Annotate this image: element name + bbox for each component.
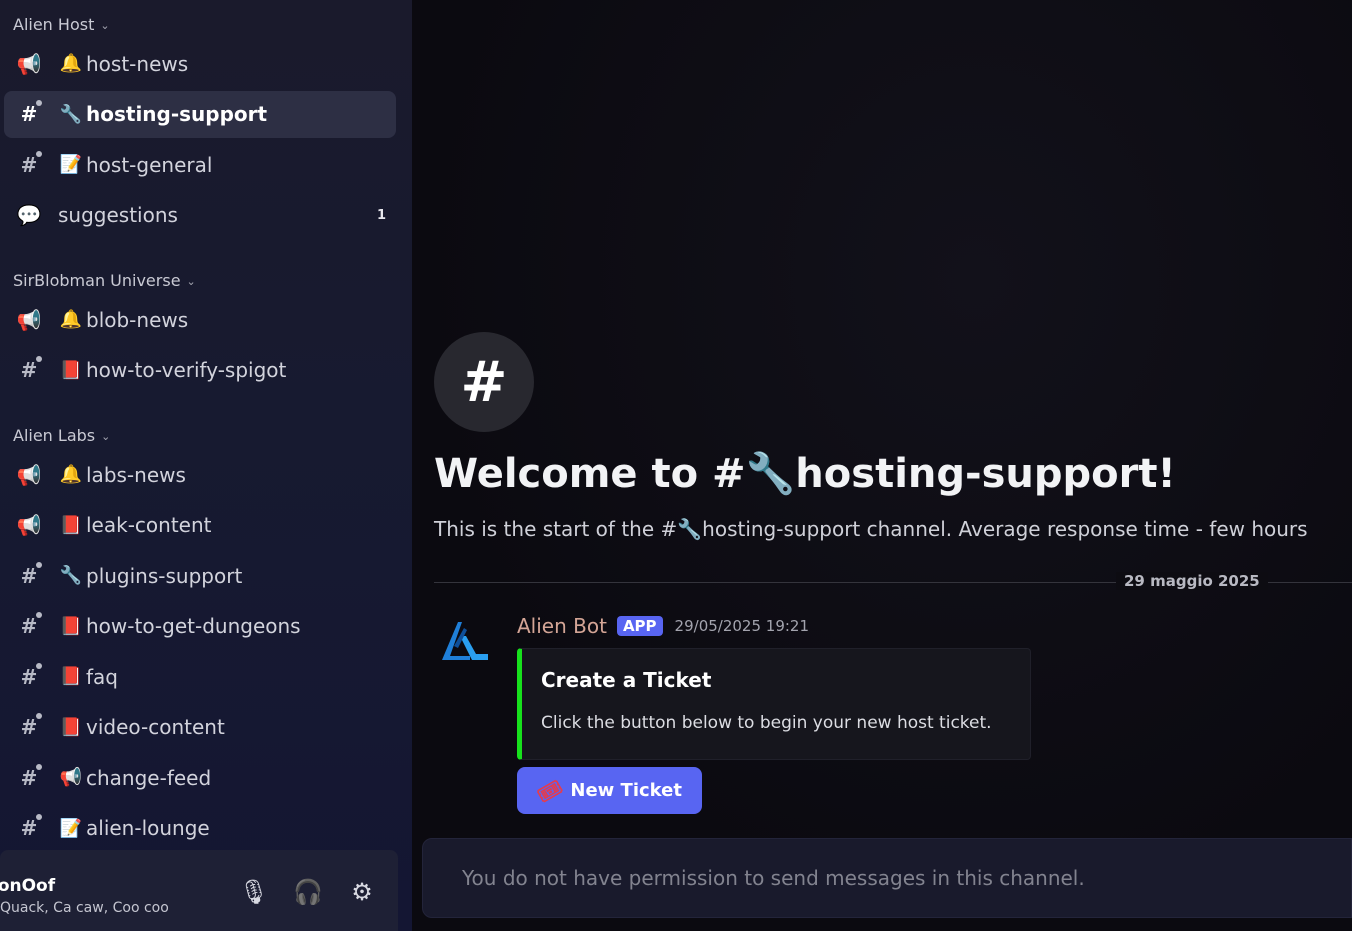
channel-name: leak-content (86, 513, 212, 537)
channel-name: host-general (86, 152, 213, 177)
channel-welcome-heading: Welcome to #🔧hosting-support! (434, 451, 1176, 497)
user-status: Quack, Ca caw, Coo coo (0, 900, 169, 916)
unread-count-badge: 1 (376, 207, 386, 223)
text-channel-icon: # (14, 763, 44, 790)
message-embed: Create a Ticket Click the button below t… (517, 648, 1031, 760)
date-divider: 29 maggio 2025 (1116, 572, 1268, 590)
announcement-icon: 📢 (16, 462, 42, 487)
announcement-icon: 📢 (16, 51, 42, 76)
ticket-icon: 🎟 (532, 773, 567, 808)
channel-blob-news[interactable]: 📢 🔔 blob-news (4, 296, 396, 343)
category-sirblobman-universe[interactable]: SirBlobman Universe ⌄ (0, 264, 412, 296)
text-channel-icon: # (14, 612, 44, 638)
announcement-icon: 📢 (16, 307, 42, 332)
book-icon: 📕 (59, 514, 83, 536)
book-icon: 📕 (59, 716, 83, 738)
book-icon: 📕 (59, 359, 83, 381)
book-icon: 📕 (59, 666, 83, 687)
channel-faq[interactable]: # 📕 faq (4, 653, 396, 700)
bell-icon: 🔔 (59, 464, 83, 485)
channel-intro-text: This is the start of the #🔧hosting-suppo… (434, 517, 1308, 541)
channel-change-feed[interactable]: # 📢 change-feed (4, 754, 396, 801)
text-channel-icon: # (14, 100, 44, 126)
channel-list[interactable]: Alien Host ⌄ 📢 🔔 host-news # 🔧 hosting-s… (0, 8, 412, 850)
embed-title: Create a Ticket (541, 668, 712, 692)
message-composer: You do not have permission to send messa… (422, 838, 1352, 918)
channel-name: suggestions (58, 203, 178, 227)
username: lonOof (0, 876, 56, 896)
no-permission-notice: You do not have permission to send messa… (462, 866, 1085, 890)
channel-name: faq (86, 664, 118, 689)
text-channel-icon: # (14, 814, 44, 840)
message-header: Alien Bot APP 29/05/2025 19:21 (517, 614, 809, 638)
channel-alien-lounge[interactable]: # 📝 alien-lounge (4, 805, 396, 851)
category-label: Alien Host (13, 14, 95, 34)
bell-icon: 🔔 (59, 309, 83, 330)
memo-icon: 📝 (59, 817, 83, 839)
forum-icon: 💬 (16, 203, 42, 227)
chevron-down-icon: ⌄ (101, 429, 111, 443)
headphones-icon[interactable]: 🎧 (292, 878, 324, 906)
channel-labs-news[interactable]: 📢 🔔 labs-news (4, 451, 396, 498)
channel-name: how-to-get-dungeons (86, 614, 301, 638)
channel-name: labs-news (86, 462, 186, 487)
user-panel: lonOof Quack, Ca caw, Coo coo 🎙 🎧 ⚙ (0, 850, 398, 931)
bell-icon: 🔔 (59, 53, 83, 74)
new-ticket-label: New Ticket (570, 780, 682, 801)
bot-avatar[interactable] (436, 616, 492, 666)
channel-name: video-content (86, 715, 225, 739)
user-info[interactable]: lonOof Quack, Ca caw, Coo coo (0, 876, 169, 916)
memo-icon: 📝 (59, 154, 83, 175)
channel-host-news[interactable]: 📢 🔔 host-news (4, 40, 396, 87)
megaphone-icon: 📢 (59, 767, 83, 788)
app-window: Alien Host ⌄ 📢 🔔 host-news # 🔧 hosting-s… (0, 0, 1352, 931)
channel-hash-icon: # (434, 332, 534, 432)
category-alien-host[interactable]: Alien Host ⌄ (0, 8, 412, 40)
channel-hosting-support[interactable]: # 🔧 hosting-support (4, 90, 396, 138)
message-timestamp: 29/05/2025 19:21 (674, 617, 809, 635)
chevron-down-icon: ⌄ (100, 18, 110, 32)
user-controls: 🎙 🎧 ⚙ (238, 878, 378, 906)
wrench-icon: 🔧 (59, 103, 83, 125)
wrench-icon: 🔧 (59, 565, 83, 586)
channel-name: how-to-verify-spigot (86, 358, 287, 382)
channel-how-to-get-dungeons[interactable]: # 📕 how-to-get-dungeons (4, 603, 396, 650)
microphone-icon[interactable]: 🎙 (238, 878, 270, 906)
app-badge: APP (616, 616, 663, 636)
category-alien-labs[interactable]: Alien Labs ⌄ (0, 419, 412, 451)
channel-host-general[interactable]: # 📝 host-general (4, 141, 396, 188)
channel-name: hosting-support (86, 102, 268, 126)
category-label: Alien Labs (13, 425, 96, 445)
channel-video-content[interactable]: # 📕 video-content (4, 704, 396, 751)
book-icon: 📕 (59, 615, 83, 637)
new-ticket-button[interactable]: 🎟 New Ticket (517, 767, 702, 814)
channel-name: alien-lounge (86, 816, 210, 840)
channel-how-to-verify-spigot[interactable]: # 📕 how-to-verify-spigot (4, 347, 396, 394)
channel-leak-content[interactable]: 📢 📕 leak-content (4, 502, 396, 549)
text-channel-icon: # (14, 561, 44, 588)
chevron-down-icon: ⌄ (186, 274, 196, 288)
channel-plugins-support[interactable]: # 🔧 plugins-support (4, 552, 396, 599)
channel-name: blob-news (86, 307, 189, 332)
embed-description: Click the button below to begin your new… (541, 713, 992, 733)
channel-name: plugins-support (86, 563, 243, 588)
text-channel-icon: # (14, 713, 44, 739)
settings-gear-icon[interactable]: ⚙ (346, 878, 378, 906)
text-channel-icon: # (14, 356, 44, 382)
announcement-icon: 📢 (16, 513, 42, 537)
message-author[interactable]: Alien Bot (517, 614, 607, 638)
chat-area: # Welcome to #🔧hosting-support! This is … (412, 0, 1352, 931)
category-label: SirBlobman Universe (13, 270, 181, 290)
channel-name: host-news (86, 51, 189, 76)
channel-name: change-feed (86, 765, 212, 790)
channel-sidebar: Alien Host ⌄ 📢 🔔 host-news # 🔧 hosting-s… (0, 0, 412, 931)
text-channel-icon: # (14, 150, 44, 177)
channel-suggestions[interactable]: 💬 suggestions 1 (4, 192, 396, 239)
text-channel-icon: # (14, 662, 44, 689)
